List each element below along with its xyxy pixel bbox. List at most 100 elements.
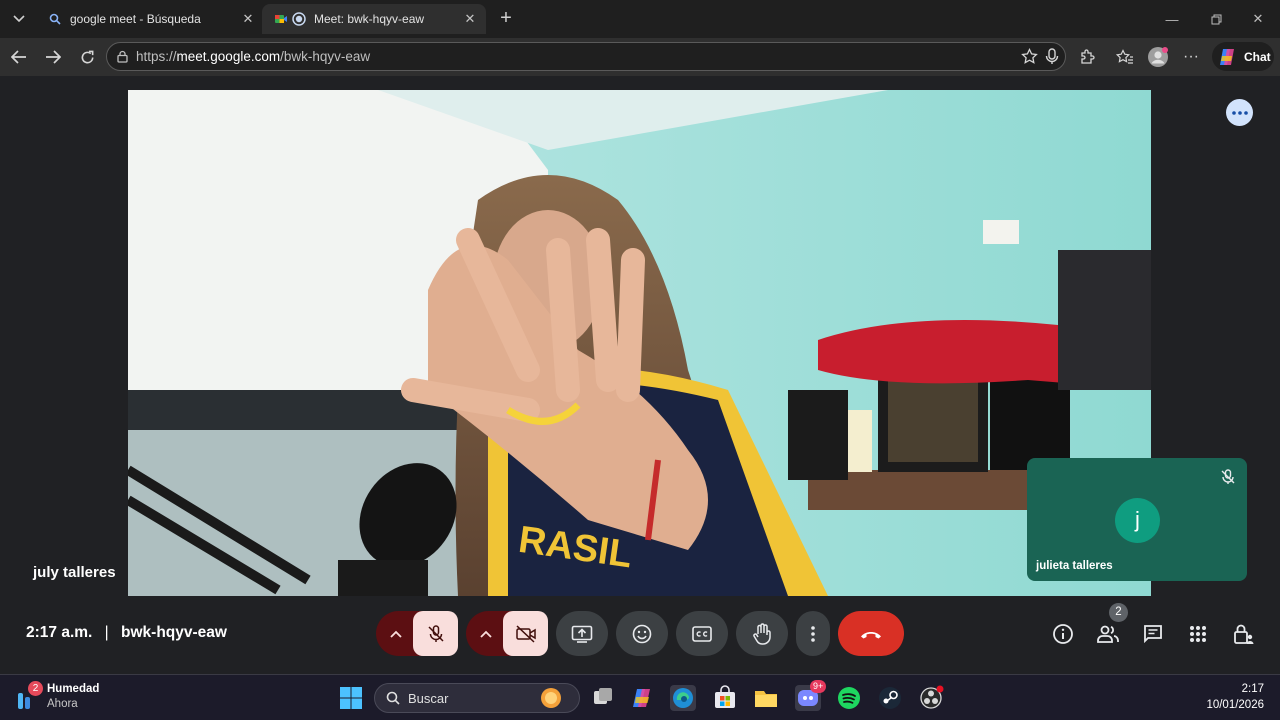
info-icon (1053, 624, 1073, 644)
tab-list-button[interactable] (8, 8, 30, 30)
close-window-button[interactable]: ✕ (1238, 6, 1278, 32)
start-button[interactable] (338, 685, 364, 711)
store-taskbar-button[interactable] (712, 685, 738, 711)
arrow-left-icon (11, 50, 26, 64)
end-call-icon (861, 631, 881, 638)
people-button[interactable] (1094, 620, 1122, 648)
spotify-icon (838, 687, 860, 709)
taskbar-time[interactable]: 2:17 (1200, 683, 1264, 695)
copilot-taskbar-button[interactable] (630, 685, 656, 711)
copilot-chat-button[interactable]: Chat (1212, 42, 1274, 71)
discord-badge: 9+ (810, 680, 827, 693)
lock-person-icon (1234, 624, 1254, 644)
explorer-taskbar-button[interactable] (753, 685, 779, 711)
audio-control-group (376, 611, 458, 656)
present-screen-icon (571, 625, 593, 643)
meeting-details-button[interactable] (1049, 620, 1077, 648)
obs-taskbar-button[interactable] (918, 685, 944, 711)
weather-title: Humedad (47, 683, 100, 695)
address-bar[interactable]: https://meet.google.com/bwk-hqyv-eaw (106, 42, 1066, 71)
microphone-icon[interactable] (1045, 48, 1059, 70)
taskbar-date[interactable]: 10/01/2026 (1192, 699, 1264, 711)
obs-icon (920, 685, 944, 709)
main-participant-name: july talleres (33, 564, 116, 581)
minimize-button[interactable]: — (1152, 6, 1192, 32)
more-vertical-icon (811, 625, 815, 642)
mic-off-icon (427, 624, 444, 642)
reload-icon (81, 50, 93, 63)
task-view-button[interactable] (590, 685, 616, 711)
restore-icon (1211, 14, 1221, 24)
present-screen-button[interactable] (556, 611, 608, 656)
site-info-icon[interactable] (116, 50, 129, 68)
recording-dot-icon (292, 12, 306, 26)
mic-toggle-button[interactable] (413, 611, 458, 656)
host-controls-button[interactable] (1230, 620, 1258, 648)
camera-toggle-button[interactable] (503, 611, 548, 656)
favorites-button[interactable] (1112, 44, 1138, 70)
self-avatar: j (1115, 498, 1160, 543)
apps-grid-icon (1190, 626, 1206, 642)
self-view-tile[interactable]: j julieta talleres (1027, 458, 1247, 581)
captions-icon (692, 625, 712, 642)
leave-call-button[interactable] (838, 611, 904, 656)
close-tab-icon[interactable]: ✕ (462, 11, 478, 27)
back-button[interactable] (6, 44, 32, 70)
forward-button[interactable] (40, 44, 66, 70)
windows-icon (340, 687, 362, 709)
taskbar-search[interactable]: Buscar (374, 683, 580, 713)
tab-meet[interactable]: Meet: bwk-hqyv-eaw ✕ (262, 4, 486, 34)
copilot-icon (1216, 46, 1238, 68)
chevron-up-icon (480, 630, 492, 638)
self-participant-name: julieta talleres (1036, 560, 1113, 572)
tab-title: google meet - Búsqueda (70, 12, 201, 26)
new-tab-button[interactable]: + (494, 6, 518, 30)
maximize-button[interactable] (1196, 6, 1236, 32)
emoji-icon (632, 624, 652, 643)
settings-menu-button[interactable]: ··· (1178, 44, 1204, 70)
spotify-taskbar-button[interactable] (836, 685, 862, 711)
avatar-icon (1148, 47, 1168, 67)
store-icon (715, 685, 735, 708)
video-options-button[interactable] (466, 611, 506, 656)
tab-search[interactable]: google meet - Búsqueda ✕ (36, 4, 264, 34)
steam-taskbar-button[interactable] (877, 685, 903, 711)
search-icon (386, 691, 400, 710)
weather-subtitle: Ahora (47, 698, 78, 710)
close-tab-icon[interactable]: ✕ (240, 11, 256, 27)
tab-strip: google meet - Búsqueda ✕ Meet: bwk-hqyv-… (0, 0, 1280, 38)
weather-widget[interactable]: 2 (15, 681, 43, 712)
chat-icon (1144, 625, 1162, 644)
activities-button[interactable] (1184, 620, 1212, 648)
captions-button[interactable] (676, 611, 728, 656)
chat-button[interactable] (1139, 620, 1167, 648)
meet-icon (274, 12, 288, 26)
copilot-icon (633, 689, 650, 707)
discord-taskbar-button[interactable]: 9+ (795, 680, 827, 711)
edge-icon (673, 688, 693, 708)
profile-avatar[interactable] (1145, 44, 1171, 70)
edge-taskbar-button[interactable] (670, 685, 696, 711)
task-view-icon (594, 688, 612, 704)
search-placeholder: Buscar (408, 691, 449, 706)
more-options-button[interactable] (1226, 99, 1253, 126)
more-actions-button[interactable] (796, 611, 830, 656)
url-text: https://meet.google.com/bwk-hqyv-eaw (136, 49, 371, 64)
folder-icon (755, 691, 777, 707)
search-icon (48, 12, 62, 26)
hand-icon (753, 622, 771, 645)
reload-button[interactable] (74, 44, 100, 70)
puzzle-icon (1080, 48, 1095, 64)
audio-options-button[interactable] (376, 611, 416, 656)
reactions-button[interactable] (616, 611, 668, 656)
main-participant-video[interactable]: RASIL (128, 90, 1151, 596)
star-icon[interactable] (1021, 47, 1038, 70)
raise-hand-button[interactable] (736, 611, 788, 656)
chevron-down-icon (13, 15, 25, 23)
tab-title: Meet: bwk-hqyv-eaw (314, 12, 425, 26)
chat-label: Chat (1244, 49, 1271, 64)
meeting-time: 2:17 a.m. (26, 624, 93, 641)
meeting-separator: | (104, 624, 109, 641)
extensions-button[interactable] (1074, 44, 1100, 70)
people-icon (1097, 625, 1119, 643)
